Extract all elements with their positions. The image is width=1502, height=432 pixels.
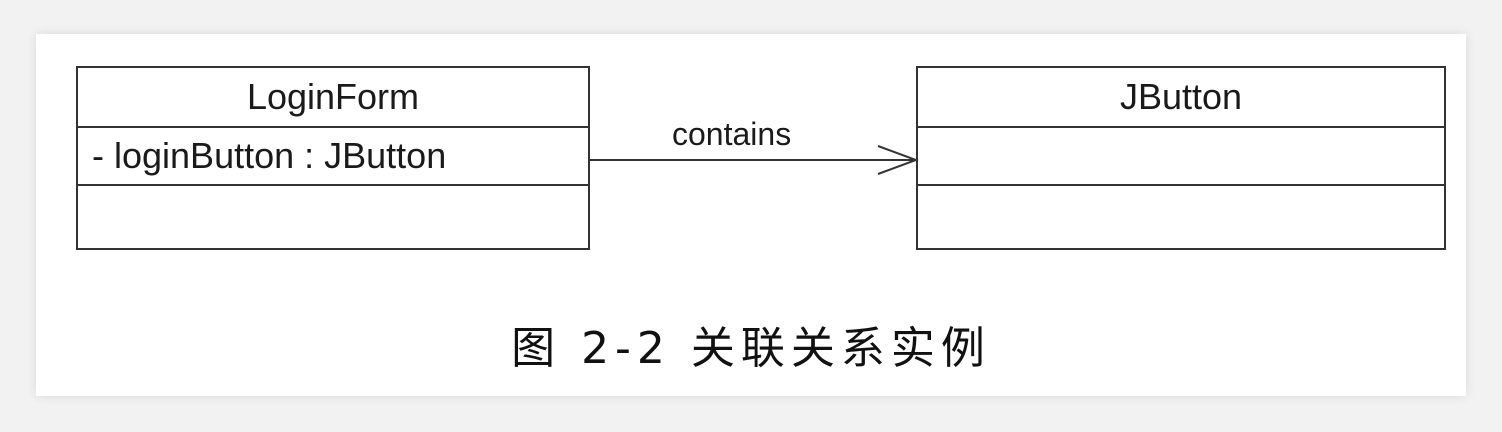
figure-caption: 图 2-2 关联关系实例: [511, 323, 991, 374]
association-label: contains: [672, 116, 792, 152]
diagram-page: LoginForm - loginButton : JButton JButto…: [36, 34, 1466, 396]
